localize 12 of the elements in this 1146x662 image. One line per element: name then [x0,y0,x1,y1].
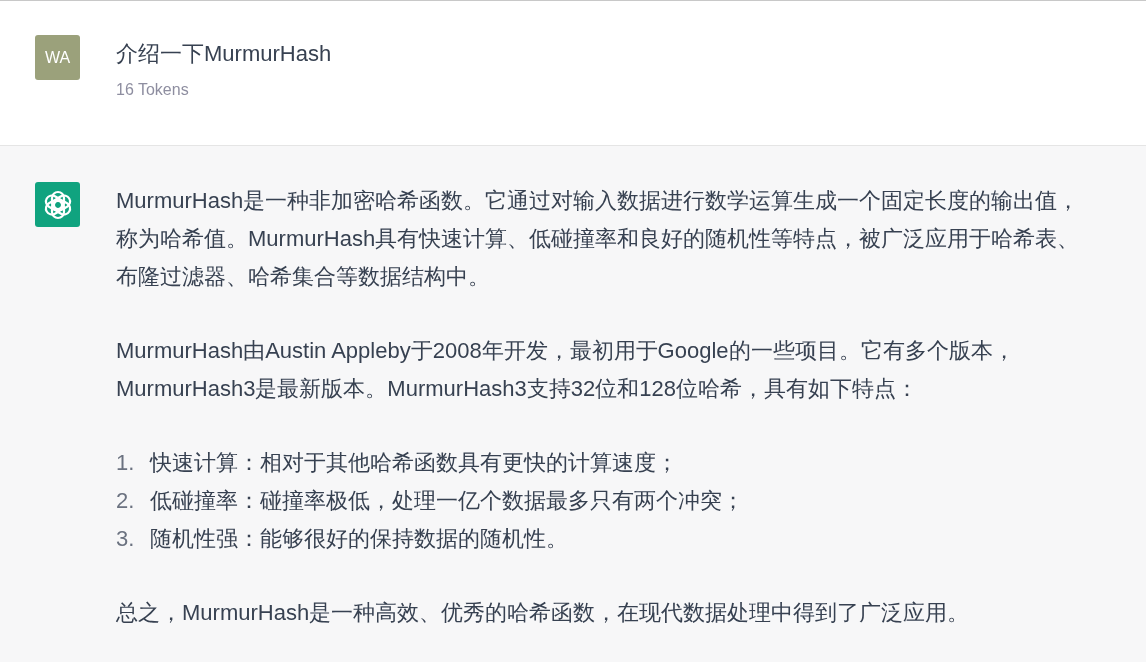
answer-paragraph: 总之，MurmurHash是一种高效、优秀的哈希函数，在现代数据处理中得到了广泛应用。 [116,599,971,627]
list-item-text: 低碰撞率：碰撞率极低，处理一亿个数据最多只有两个冲突； [150,487,744,515]
token-count: 16 Tokens [116,81,190,99]
user-avatar: WA [35,35,80,80]
list-number: 2. [116,487,136,515]
answer-paragraph: MurmurHash由Austin Appleby于2008年开发，最初用于Google的一些项目。它有多个版本，MurmurHash3是最新版本。MurmurHash3支持32位和128位哈希，具有如下特点： [116,337,1016,403]
list-item-text: 快速计算：相对于其他哈希函数具有更快的计算速度； [150,449,678,477]
list-number: 3. [116,525,136,553]
list-number: 1. [116,449,136,477]
list-item-text: 随机性强：能够很好的保持数据的随机性。 [150,525,568,553]
answer-paragraph: MurmurHash是一种非加密哈希函数。它通过对输入数据进行数学运算生成一个固定长度的输出值，称为哈希值。MurmurHash具有快速计算、低碰撞率和良好的随机性等特点，被广泛应用于哈希表、布隆过滤器、哈希集合等数据结构中。 [116,187,1081,291]
user-message: 介绍一下MurmurHash [116,40,332,68]
